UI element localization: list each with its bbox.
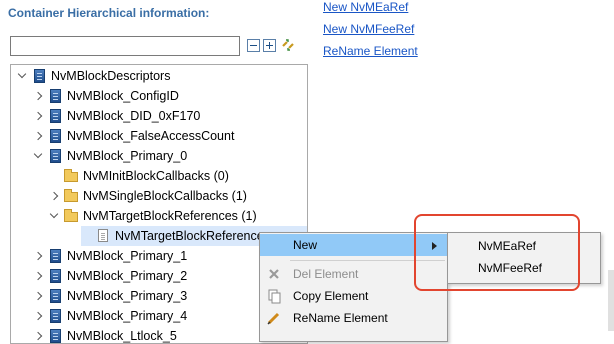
tree-row-label: NvMBlock_Primary_0 [67, 149, 188, 163]
collapse-arrow-icon[interactable] [33, 326, 45, 343]
block-icon [47, 248, 63, 264]
tree-row-label: NvMBlock_Primary_3 [67, 289, 188, 303]
link-with-editor-icon[interactable] [280, 37, 296, 53]
action-links: New NvMEaRef New NvMFeeRef ReName Elemen… [323, 0, 418, 66]
file-icon [95, 228, 111, 244]
menu-separator [290, 260, 445, 261]
block-icon [47, 328, 63, 343]
tree-row[interactable]: NvMBlock_DID_0xF170 [11, 106, 307, 126]
collapse-arrow-icon[interactable] [33, 306, 45, 326]
menu-item-label: New [293, 238, 318, 252]
block-icon [47, 128, 63, 144]
tree-row[interactable]: NvMTargetBlockReferences (1) [11, 206, 307, 226]
rename-icon [266, 310, 282, 326]
tree-row[interactable]: NvMBlock_FalseAccessCount [11, 126, 307, 146]
collapse-arrow-icon[interactable] [33, 126, 45, 146]
new-nvmfeeref-link[interactable]: New NvMFeeRef [323, 22, 418, 44]
collapse-arrow-icon[interactable] [33, 86, 45, 106]
scrollbar[interactable] [608, 270, 614, 331]
expand-arrow-icon[interactable] [33, 146, 45, 166]
submenu-item-label: NvMEaRef [478, 239, 537, 253]
submenu-item-nvmfeeref[interactable]: NvMFeeRef [448, 257, 600, 279]
menu-item-label: ReName Element [293, 311, 388, 325]
tree-row-label: NvMInitBlockCallbacks (0) [83, 169, 229, 183]
collapse-arrow-icon[interactable] [33, 106, 45, 126]
new-nvmearef-link[interactable]: New NvMEaRef [323, 0, 418, 22]
tree-row[interactable]: NvMBlock_Primary_0 [11, 146, 307, 166]
filter-input[interactable] [10, 36, 240, 56]
new-submenu: NvMEaRef NvMFeeRef [447, 232, 601, 284]
menu-item-del-element: Del Element [260, 263, 447, 285]
collapse-arrow-icon[interactable] [33, 286, 45, 306]
tree-row[interactable]: NvMSingleBlockCallbacks (1) [11, 186, 307, 206]
expand-arrow-icon[interactable] [49, 206, 61, 226]
menu-item-label: Copy Element [293, 289, 369, 303]
tree-row-label: NvMTargetBlockReference [115, 229, 264, 243]
submenu-item-nvmearef[interactable]: NvMEaRef [448, 235, 600, 257]
block-icon [47, 308, 63, 324]
block-icon [47, 288, 63, 304]
menu-item-rename-element[interactable]: ReName Element [260, 307, 447, 329]
block-icon [47, 108, 63, 124]
section-title: Container Hierarchical information: [8, 6, 210, 20]
collapse-arrow-icon[interactable] [33, 266, 45, 286]
submenu-arrow-icon [432, 242, 437, 250]
rename-element-link[interactable]: ReName Element [323, 44, 418, 66]
tree-row[interactable]: NvMBlockDescriptors [11, 66, 307, 86]
submenu-item-label: NvMFeeRef [478, 261, 543, 275]
collapse-all-icon[interactable] [247, 39, 260, 52]
tree-row-label: NvMBlock_Ltlock_5 [67, 329, 177, 343]
block-icon [47, 268, 63, 284]
folder-icon [63, 188, 79, 204]
menu-item-copy-element[interactable]: Copy Element [260, 285, 447, 307]
folder-icon [63, 208, 79, 224]
tree-row-label: NvMBlockDescriptors [51, 69, 171, 83]
block-icon [31, 68, 47, 84]
tree-row-label: NvMTargetBlockReferences (1) [83, 209, 257, 223]
tree-row-label: NvMBlock_ConfigID [67, 89, 179, 103]
tree-row-label: NvMBlock_Primary_2 [67, 269, 188, 283]
tree-row[interactable]: NvMInitBlockCallbacks (0) [11, 166, 307, 186]
menu-item-label: Del Element [293, 267, 359, 281]
expand-all-icon[interactable] [263, 39, 276, 52]
tree-row-label: NvMSingleBlockCallbacks (1) [83, 189, 247, 203]
tree-row-label: NvMBlock_Primary_1 [67, 249, 188, 263]
tree-row-label: NvMBlock_Primary_4 [67, 309, 188, 323]
collapse-arrow-icon[interactable] [49, 186, 61, 206]
menu-item-new[interactable]: New [260, 234, 447, 256]
tree-row[interactable]: NvMBlock_ConfigID [11, 86, 307, 106]
folder-icon [63, 168, 79, 184]
context-menu: New Del Element Copy Element ReName Element [259, 232, 448, 342]
copy-icon [266, 288, 282, 304]
block-icon [47, 148, 63, 164]
block-icon [47, 88, 63, 104]
expand-arrow-icon[interactable] [17, 66, 29, 86]
tree-row-label: NvMBlock_DID_0xF170 [67, 109, 201, 123]
tree-row-label: NvMBlock_FalseAccessCount [67, 129, 235, 143]
collapse-arrow-icon[interactable] [33, 246, 45, 266]
delete-icon [266, 266, 282, 282]
